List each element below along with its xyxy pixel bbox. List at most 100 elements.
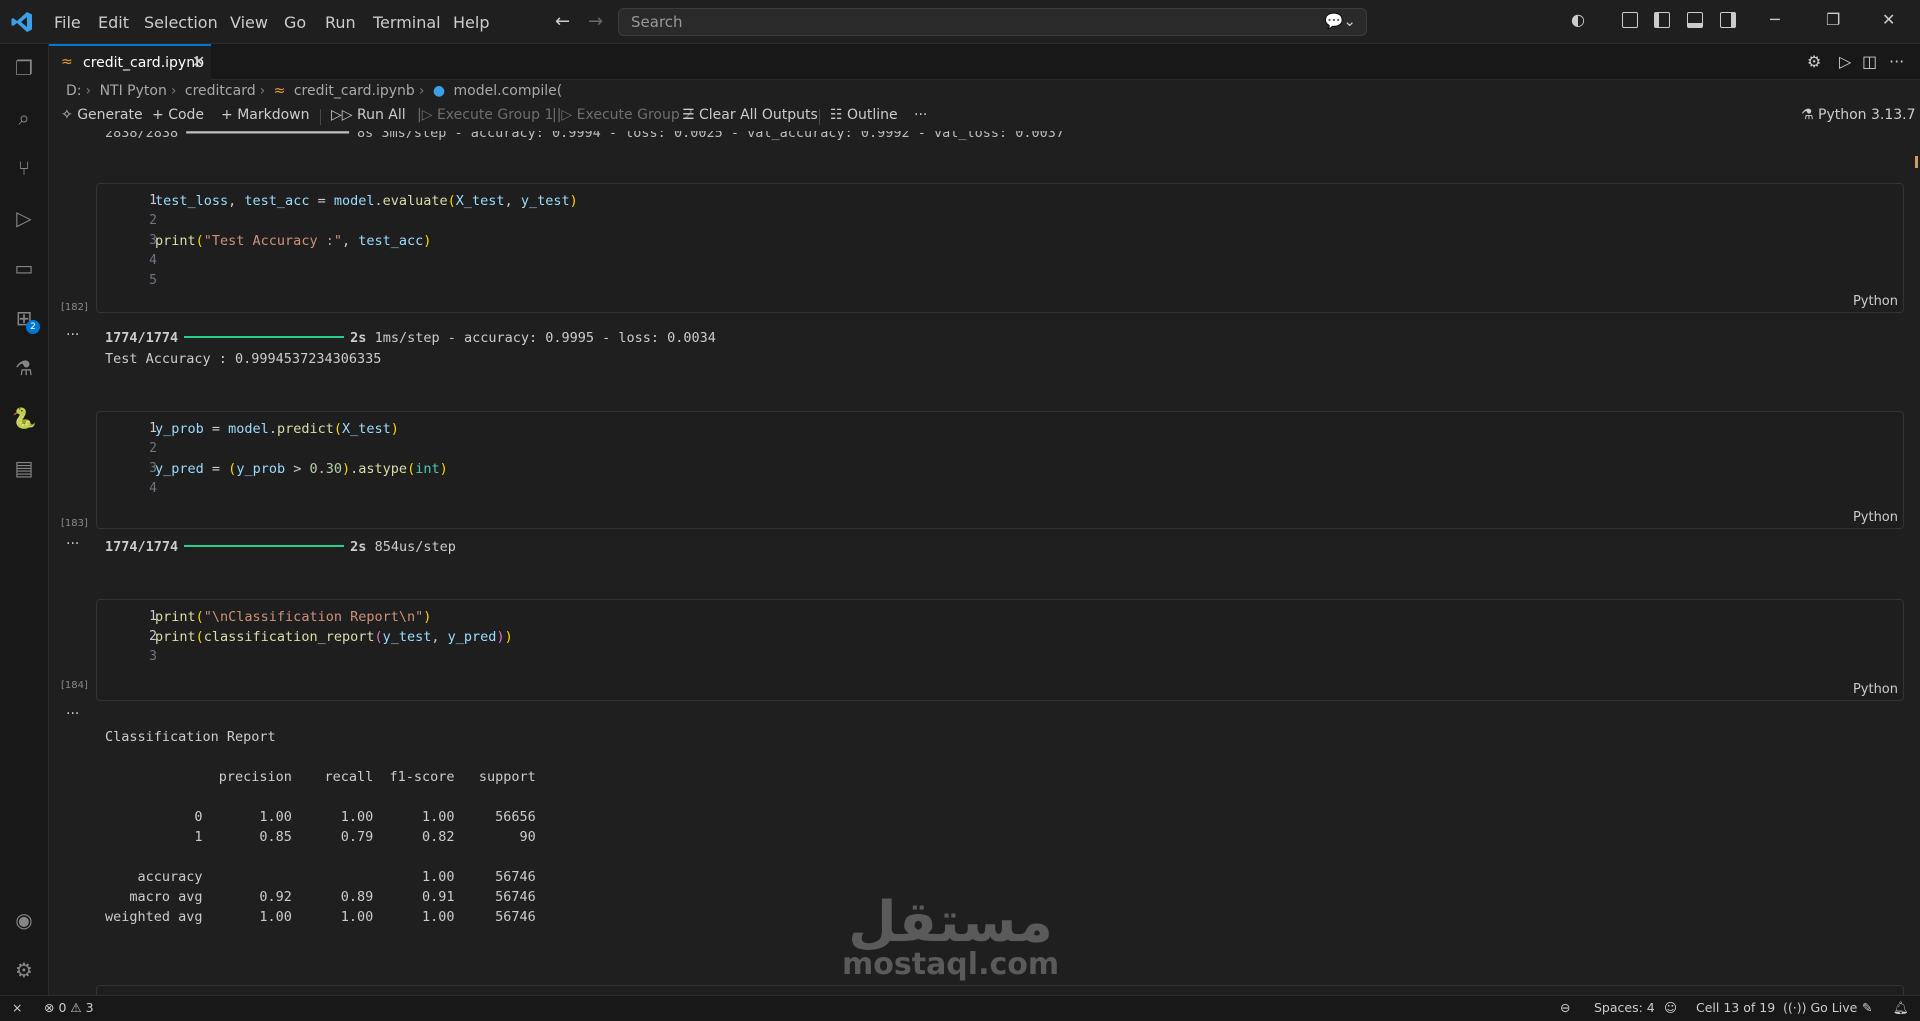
line-number: 4 xyxy=(149,253,157,268)
menu-go[interactable]: Go xyxy=(284,13,306,32)
more-actions-icon[interactable]: ··· xyxy=(1889,52,1904,71)
cell-language[interactable]: Python xyxy=(1853,682,1898,697)
clear-all-outputs-button[interactable]: ☰ Clear All Outputs xyxy=(682,107,818,123)
account-icon[interactable]: ◉ xyxy=(12,908,36,932)
python-icon[interactable]: 🐍 xyxy=(12,406,37,430)
breadcrumb-symbol[interactable]: model.compile( xyxy=(454,83,563,99)
activity-bar: ❐ ⌕ ⑂ ▷ ▭ ⊞ 2 ⚗ 🐍 ▤ ◉ ⚙ xyxy=(0,44,49,995)
zoom-icon[interactable]: ⊖ xyxy=(1560,1000,1570,1015)
source-control-icon[interactable]: ⑂ xyxy=(12,156,36,180)
progress-steps: 1774/1774 xyxy=(105,539,179,555)
run-all-button[interactable]: ▷▷ Run All xyxy=(331,107,406,123)
manage-gear-icon[interactable]: ⚙ xyxy=(12,958,36,982)
toggle-secondary-sidebar-icon[interactable] xyxy=(1720,12,1736,28)
command-center-search[interactable]: Search 💬⌄ xyxy=(618,8,1367,36)
add-code-cell-button[interactable]: + Code xyxy=(152,107,204,123)
cell-182-progress: 1774/1774 2s 1ms/step - accuracy: 0.9995 … xyxy=(105,330,716,346)
explorer-icon[interactable]: ❐ xyxy=(12,56,36,80)
watermark-latin: mostaql.com xyxy=(842,947,1060,982)
menu-view[interactable]: View xyxy=(230,13,268,32)
toggle-panel-icon[interactable] xyxy=(1687,12,1703,28)
testing-icon[interactable]: ⚗ xyxy=(12,356,36,380)
menu-run[interactable]: Run xyxy=(325,13,356,32)
code-label: Code xyxy=(168,107,205,123)
output-actions-icon[interactable]: ··· xyxy=(66,536,79,552)
breadcrumb: D: › NTI Pyton › creditcard › ≈ credit_card… xyxy=(66,83,563,99)
run-notebook-icon[interactable]: ▷ xyxy=(1839,52,1851,71)
output-actions-icon[interactable]: ··· xyxy=(66,706,79,722)
toolbar-divider xyxy=(320,109,321,125)
menu-selection[interactable]: Selection xyxy=(144,13,218,32)
line-number: 3 xyxy=(149,233,157,248)
code-cell-184[interactable]: 1 print("\nClassification Report\n") 2 pri… xyxy=(96,599,1904,701)
execute-group-1-button[interactable]: |▷ Execute Group 1 xyxy=(417,107,553,123)
breadcrumb-file-icon: ≈ xyxy=(273,83,286,99)
report-row: 0 1.00 1.00 1.00 56656 xyxy=(105,809,536,825)
menu-edit[interactable]: Edit xyxy=(98,13,129,32)
notebook-editor: 2838/2838 ━━━━━━━━━━━━━━━━━━━━ 8s 3ms/st… xyxy=(49,131,1920,995)
output-actions-icon[interactable]: ··· xyxy=(66,327,79,343)
next-code-cell[interactable] xyxy=(96,985,1904,995)
line-number: 3 xyxy=(149,461,157,476)
notifications-bell-icon[interactable]: 🔔︎ xyxy=(1893,1000,1909,1016)
menu-file[interactable]: File xyxy=(54,13,81,32)
forward-arrow-icon[interactable]: → xyxy=(588,11,603,32)
copilot-status-icon[interactable]: ◐ xyxy=(1571,10,1585,29)
cell-position-status[interactable]: Cell 13 of 19 xyxy=(1696,1000,1775,1015)
feedback-icon[interactable]: ✎ xyxy=(1862,1000,1872,1015)
cell-language[interactable]: Python xyxy=(1853,294,1898,309)
toggle-primary-sidebar-icon[interactable] xyxy=(1654,12,1670,28)
execute-group-2-button[interactable]: ||▷ Execute Group 2 xyxy=(552,107,693,123)
breadcrumb-folder-creditcard[interactable]: creditcard xyxy=(185,83,256,99)
report-row: macro avg 0.92 0.89 0.91 56746 xyxy=(105,889,536,905)
split-editor-icon[interactable]: ◫ xyxy=(1862,52,1877,71)
breadcrumb-folder-nti[interactable]: NTI Pyton xyxy=(100,83,167,99)
menu-terminal[interactable]: Terminal xyxy=(373,13,441,32)
code-line[interactable]: print(classification_report(y_test, y_pr… xyxy=(155,629,513,645)
progress-bar xyxy=(184,335,345,338)
line-number: 2 xyxy=(149,213,157,228)
breadcrumb-drive[interactable]: D: xyxy=(66,83,82,99)
close-tab-icon[interactable]: ✕ xyxy=(192,52,205,71)
tab-credit-card[interactable]: ≈ credit_card.ipynb ✕ xyxy=(49,44,211,80)
code-line[interactable]: test_loss, test_acc = model.evaluate(X_t… xyxy=(155,193,578,209)
restore-icon[interactable]: ❐ xyxy=(1826,10,1840,29)
copilot-chat-icon[interactable]: 💬⌄ xyxy=(1325,12,1356,30)
editor-tab-bar: ≈ credit_card.ipynb ✕ ⚙ ▷ ◫ ··· xyxy=(49,44,1920,80)
problems-indicator[interactable]: ⊗ 0 ⚠ 3 xyxy=(44,1000,94,1015)
code-line[interactable]: y_prob = model.predict(X_test) xyxy=(155,421,399,437)
search-icon[interactable]: ⌕ xyxy=(12,106,36,130)
code-cell-183[interactable]: 1 y_prob = model.predict(X_test) 2 3 y_pre… xyxy=(96,411,1904,529)
outline-button[interactable]: ☷ Outline xyxy=(830,107,898,123)
search-placeholder: Search xyxy=(631,13,683,31)
line-number: 2 xyxy=(149,629,157,644)
progress-metrics: 854us/step xyxy=(374,539,456,555)
copilot-icon[interactable]: ☺ xyxy=(1664,1000,1677,1015)
progress-steps: 1774/1774 xyxy=(105,330,179,346)
settings-gear-icon[interactable]: ⚙ xyxy=(1807,52,1821,71)
kernel-picker[interactable]: ⚗ Python 3.13.7 xyxy=(1801,107,1916,123)
generate-button[interactable]: ✧ Generate xyxy=(61,107,143,123)
code-cell-182[interactable]: 1 test_loss, test_acc = model.evaluate(X_… xyxy=(96,183,1904,313)
remote-explorer-icon[interactable]: ▭ xyxy=(12,256,36,280)
line-number: 1 xyxy=(149,421,157,436)
minimize-icon[interactable]: ─ xyxy=(1770,10,1780,29)
add-markdown-cell-button[interactable]: + Markdown xyxy=(221,107,309,123)
code-line[interactable]: print("\nClassification Report\n") xyxy=(155,609,431,625)
remote-icon[interactable]: ⨯ xyxy=(12,1000,22,1015)
go-live-button[interactable]: ((·)) Go Live xyxy=(1783,1000,1857,1015)
indentation-status[interactable]: Spaces: 4 xyxy=(1594,1000,1655,1015)
progress-time: 2s xyxy=(350,330,367,346)
menu-help[interactable]: Help xyxy=(453,13,489,32)
cell-182-output-text: Test Accuracy : 0.9994537234306335 xyxy=(105,351,382,367)
close-window-icon[interactable]: ✕ xyxy=(1882,10,1895,29)
notebook-icon[interactable]: ▤ xyxy=(12,456,36,480)
customize-layout-icon[interactable] xyxy=(1622,12,1638,28)
back-arrow-icon[interactable]: ← xyxy=(555,11,570,32)
code-line[interactable]: y_pred = (y_prob > 0.30).astype(int) xyxy=(155,461,448,477)
code-line[interactable]: print("Test Accuracy :", test_acc) xyxy=(155,233,431,249)
cell-language[interactable]: Python xyxy=(1853,510,1898,525)
toolbar-more-button[interactable]: ··· xyxy=(914,107,927,123)
run-debug-icon[interactable]: ▷ xyxy=(12,206,36,230)
breadcrumb-file[interactable]: credit_card.ipynb xyxy=(294,83,415,99)
